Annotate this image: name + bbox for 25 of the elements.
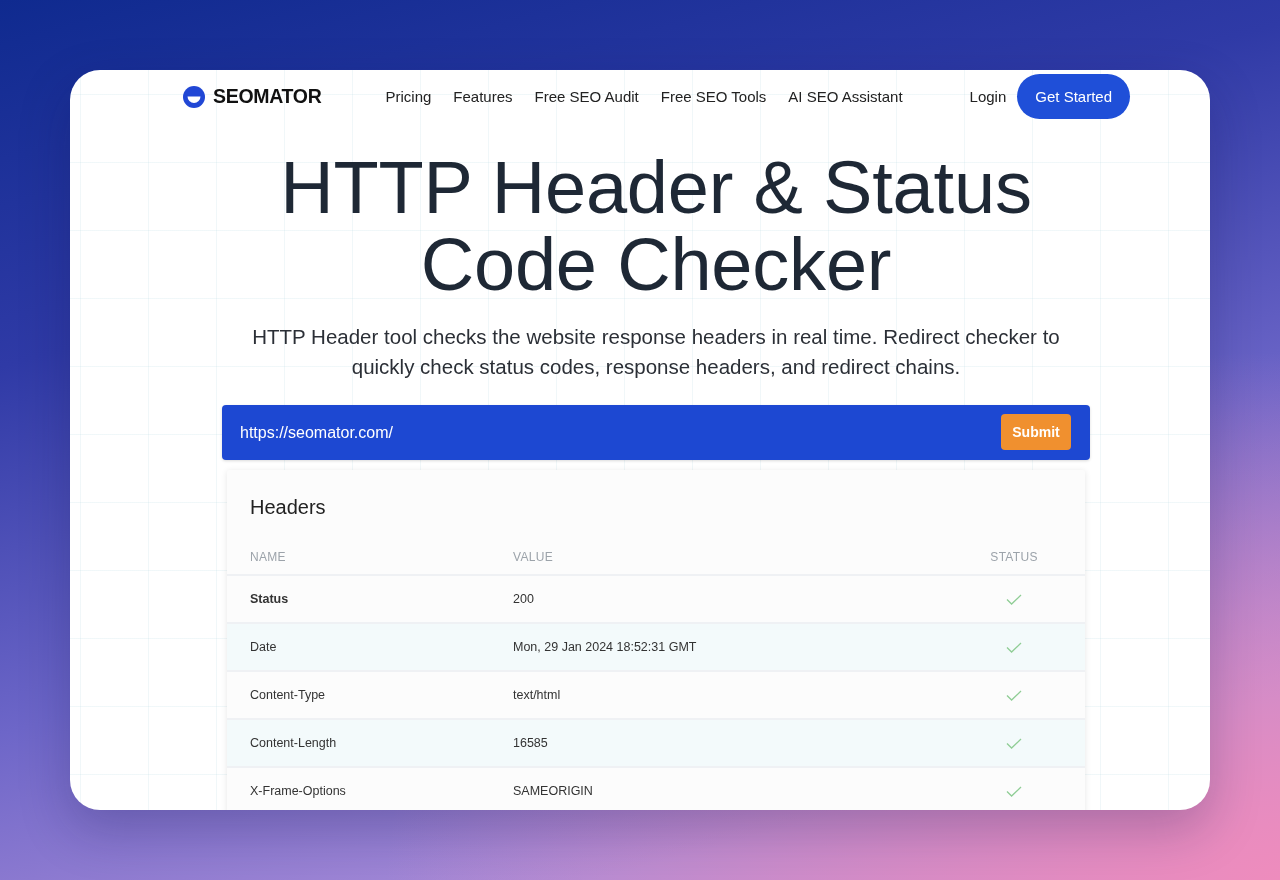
table-cell: 16585 <box>513 736 548 750</box>
page-title: HTTP Header & Status Code Checker <box>279 149 1033 303</box>
column-header: NAME <box>250 550 286 564</box>
page-description: HTTP Header tool checks the website response headers in real time. Redirect checker to quickly check status codes, response headers, and redirect chains. <box>251 324 1061 380</box>
login-link[interactable]: Login <box>969 88 1007 105</box>
nav-link[interactable]: Free SEO Audit <box>534 88 639 105</box>
table-title: Headers <box>250 495 326 520</box>
column-header: STATUS <box>990 550 1038 564</box>
logo-icon <box>183 85 205 108</box>
get-started-button[interactable]: Get Started <box>1017 74 1130 119</box>
nav-link[interactable]: Features <box>453 88 513 105</box>
nav-link[interactable]: Free SEO Tools <box>660 88 767 105</box>
table-cell: Content-Length <box>250 736 337 750</box>
table-cell: Content-Type <box>250 688 326 702</box>
nav-link[interactable]: Pricing <box>385 88 432 105</box>
table-cell: SAMEORIGIN <box>513 784 593 798</box>
column-header: VALUE <box>513 550 553 564</box>
table-cell: text/html <box>513 688 561 702</box>
nav-link[interactable]: AI SEO Assistant <box>788 88 903 105</box>
table-cell: Mon, 29 Jan 2024 18:52:31 GMT <box>513 640 697 654</box>
table-cell: 200 <box>513 592 534 606</box>
table-cell: X-Frame-Options <box>250 784 346 798</box>
table-cell: Date <box>250 640 277 654</box>
table-cell: Status <box>250 592 289 606</box>
brand-logo-link[interactable]: SEOMATOR <box>183 85 322 108</box>
